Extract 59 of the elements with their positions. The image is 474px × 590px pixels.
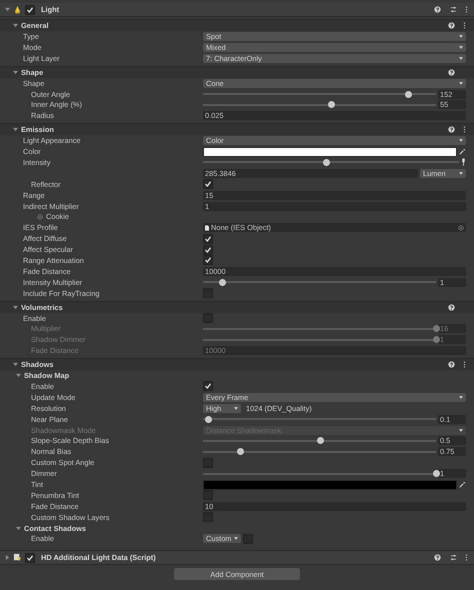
enable-checkbox[interactable]: [25, 552, 35, 563]
document-icon: [205, 224, 209, 231]
help-icon[interactable]: [434, 6, 441, 13]
eyedropper-icon[interactable]: [459, 148, 466, 156]
slider-handle[interactable]: [316, 437, 324, 444]
thermometer-icon: [461, 158, 466, 167]
more-options-icon[interactable]: [463, 126, 466, 134]
caret-icon: [459, 46, 463, 49]
target-icon: [37, 214, 43, 220]
checkbox[interactable]: [203, 490, 213, 500]
caret-icon: [459, 34, 463, 38]
checkbox[interactable]: [203, 179, 213, 190]
caret-icon: [459, 172, 463, 175]
expand-arrow-icon[interactable]: [5, 555, 10, 560]
color-field[interactable]: [203, 480, 457, 490]
expand-arrow-icon[interactable]: [13, 23, 18, 28]
caret-icon: [459, 396, 463, 399]
caret-icon: [459, 139, 463, 142]
checkbox[interactable]: [203, 381, 213, 392]
slider-handle[interactable]: [433, 470, 440, 478]
more-options-icon[interactable]: [463, 361, 466, 368]
expand-arrow-icon[interactable]: [13, 362, 18, 368]
light-icon: [13, 5, 22, 14]
more-options-icon[interactable]: [465, 554, 468, 562]
checkbox[interactable]: [203, 255, 213, 266]
expand-arrow-icon[interactable]: [13, 70, 18, 75]
checkbox[interactable]: [203, 244, 213, 255]
expand-arrow-icon[interactable]: [16, 526, 21, 531]
checkbox[interactable]: [203, 234, 213, 244]
expand-arrow-icon[interactable]: [13, 127, 18, 132]
expand-arrow-icon[interactable]: [5, 7, 10, 12]
help-icon[interactable]: [448, 68, 455, 76]
caret-icon: [459, 428, 463, 432]
help-icon[interactable]: [434, 554, 441, 562]
color-field[interactable]: [203, 146, 457, 157]
slider-handle[interactable]: [204, 416, 212, 423]
presets-icon[interactable]: [450, 554, 457, 562]
help-icon[interactable]: [448, 126, 455, 134]
caret-icon: [234, 537, 238, 540]
slider-handle[interactable]: [328, 101, 336, 108]
more-options-icon[interactable]: [465, 6, 468, 13]
expand-arrow-icon[interactable]: [16, 373, 21, 378]
caret-icon: [459, 56, 463, 60]
presets-icon[interactable]: [450, 6, 457, 13]
slider-handle[interactable]: [322, 158, 330, 166]
more-options-icon[interactable]: [463, 22, 466, 29]
help-icon[interactable]: [448, 22, 455, 29]
expand-arrow-icon[interactable]: [13, 304, 18, 310]
enable-checkbox[interactable]: [25, 4, 35, 14]
caret-icon: [459, 82, 463, 85]
slider-handle[interactable]: [218, 278, 226, 286]
help-icon[interactable]: [448, 304, 455, 311]
target-icon[interactable]: [458, 224, 464, 231]
caret-icon: [234, 406, 238, 410]
script-icon: [13, 553, 22, 562]
slider-handle[interactable]: [237, 448, 244, 456]
slider-handle[interactable]: [405, 90, 412, 98]
eyedropper-icon[interactable]: [459, 481, 466, 488]
help-icon[interactable]: [448, 361, 455, 368]
